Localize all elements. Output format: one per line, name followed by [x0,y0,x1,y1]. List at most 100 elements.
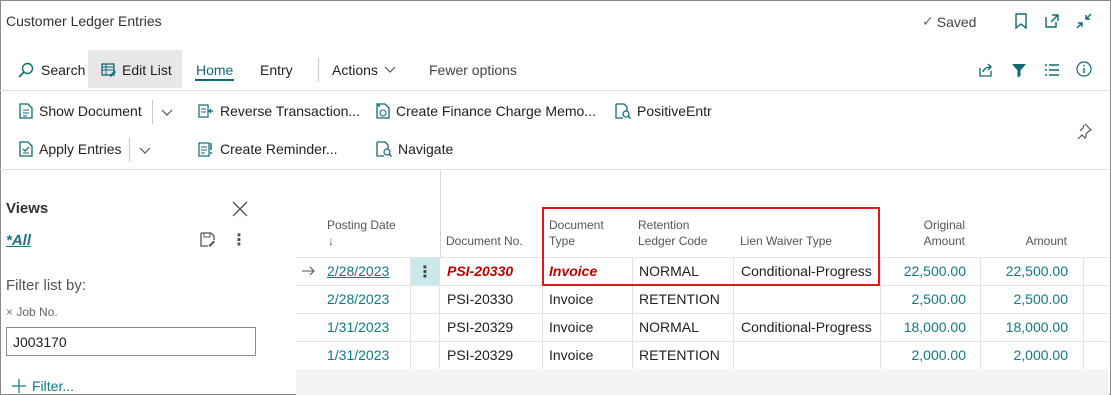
row4-original-amount[interactable]: 2,000.00 [880,341,967,369]
grid-header-divider [440,171,441,257]
row3-posting-date[interactable]: 1/31/2023 [327,313,389,341]
apply-entries-button[interactable]: Apply Entries [19,141,121,157]
more-options-icon[interactable]: ⋮ [231,231,247,249]
plus-icon [12,379,26,393]
navigate-button[interactable]: Navigate [376,141,453,157]
edit-list-icon [100,61,118,79]
grid-empty-area [296,369,1109,395]
add-filter-button[interactable]: Filter... [12,378,74,394]
job-no-filter-input[interactable] [6,327,256,356]
tab-home[interactable]: Home [196,62,233,78]
show-document-label: Show Document [39,103,142,119]
list-view-icon[interactable] [1043,61,1061,79]
original-amount-header-line2: Amount [923,234,965,248]
row1-amount[interactable]: 22,500.00 [980,257,1068,285]
row-actions-icon[interactable]: ⋮ [411,258,439,285]
col-line [1083,257,1084,369]
apply-entries-icon [19,141,33,157]
navigate-label: Navigate [398,141,454,157]
edit-list-button[interactable]: Edit List [122,62,172,78]
saved-status: ✓ Saved [922,13,976,30]
reverse-transaction-button[interactable]: Reverse Transaction... [198,103,360,119]
saved-label: Saved [936,13,977,30]
menu-divider [318,58,319,82]
add-filter-label: Filter... [32,378,75,394]
row3-document-no[interactable]: PSI-20329 [447,313,513,341]
row2-posting-date[interactable]: 2/28/2023 [327,285,389,313]
bookmark-icon[interactable] [1013,12,1029,30]
collapse-icon[interactable] [1075,12,1093,30]
row3-lien-waiver-type: Conditional-Progress [741,319,872,335]
filter-field-chip: × Job No. [6,305,58,319]
open-new-window-icon[interactable] [1043,12,1061,30]
create-finance-charge-memo-label: Create Finance Charge Memo... [396,103,596,119]
pin-icon[interactable] [1075,122,1093,140]
memo-icon [376,103,390,119]
reverse-icon [198,103,214,119]
share-icon[interactable] [977,61,995,79]
split-divider [152,100,153,124]
close-icon[interactable] [230,199,250,219]
row4-retention-code: RETENTION [639,347,720,363]
info-icon[interactable] [1075,60,1093,78]
original-amount-header-line1: Original [923,218,965,232]
search-icon [17,61,35,79]
row1-posting-date[interactable]: 2/28/2023 [327,257,389,285]
views-title: Views [6,200,49,217]
fewer-options-button[interactable]: Fewer options [429,62,517,78]
positive-entr-label: PositiveEntr [637,103,712,119]
tab-home-underline [195,79,234,81]
col-header-posting-date[interactable]: Posting Date ↓ [327,217,396,249]
row4-posting-date[interactable]: 1/31/2023 [327,341,389,369]
col-header-original-amount[interactable]: Original Amount [880,217,965,249]
row4-document-no[interactable]: PSI-20329 [447,341,513,369]
search-button[interactable]: Search [41,62,85,78]
split-divider [129,138,130,162]
apply-entries-label: Apply Entries [39,141,122,157]
row2-document-no[interactable]: PSI-20330 [447,285,513,313]
row2-original-amount[interactable]: 2,500.00 [880,285,967,313]
chevron-down-icon[interactable] [136,144,154,158]
positive-entr-button[interactable]: PositiveEntr [615,103,712,119]
action-bar [0,90,1109,170]
view-all-link[interactable]: *All [6,232,31,249]
check-icon: ✓ [922,13,934,29]
page-title: Customer Ledger Entries [6,13,162,29]
row3-original-amount[interactable]: 18,000.00 [880,313,966,341]
create-finance-charge-memo-button[interactable]: Create Finance Charge Memo... [376,103,596,119]
row1-document-no[interactable]: PSI-20330 [447,257,513,285]
actions-label: Actions [332,62,378,78]
create-reminder-label: Create Reminder... [220,141,338,157]
row3-amount[interactable]: 18,000.00 [980,313,1068,341]
col-header-amount[interactable]: Amount [980,233,1067,249]
highlight-box [542,207,880,286]
filter-field-label: Job No. [16,305,58,319]
reverse-transaction-label: Reverse Transaction... [220,103,361,119]
chevron-down-icon [384,66,396,74]
row2-retention-code: RETENTION [639,291,720,307]
document-search-icon [615,103,631,119]
navigate-icon [376,141,392,157]
save-view-icon[interactable] [199,231,217,249]
tab-entry[interactable]: Entry [260,62,293,78]
filter-icon[interactable] [1010,61,1028,79]
row3-retention-code: NORMAL [639,319,699,335]
row3-document-type: Invoice [549,319,594,335]
row2-document-type: Invoice [549,291,594,307]
row2-amount[interactable]: 2,500.00 [980,285,1069,313]
row1-original-amount[interactable]: 22,500.00 [880,257,966,285]
show-document-button[interactable]: Show Document [19,103,142,119]
chevron-down-icon[interactable] [158,106,176,120]
filter-list-by-label: Filter list by: [6,277,87,294]
col-header-document-no[interactable]: Document No. [446,233,523,249]
row4-document-type: Invoice [549,347,594,363]
actions-menu[interactable]: Actions [332,62,396,78]
row4-amount[interactable]: 2,000.00 [980,341,1069,369]
remove-filter-icon[interactable]: × [6,305,13,319]
col-line [439,257,440,369]
reminder-icon [198,141,214,157]
current-row-arrow-icon [300,263,318,279]
document-icon [19,103,33,119]
sort-descending-icon: ↓ [328,234,334,248]
create-reminder-button[interactable]: Create Reminder... [198,141,338,157]
